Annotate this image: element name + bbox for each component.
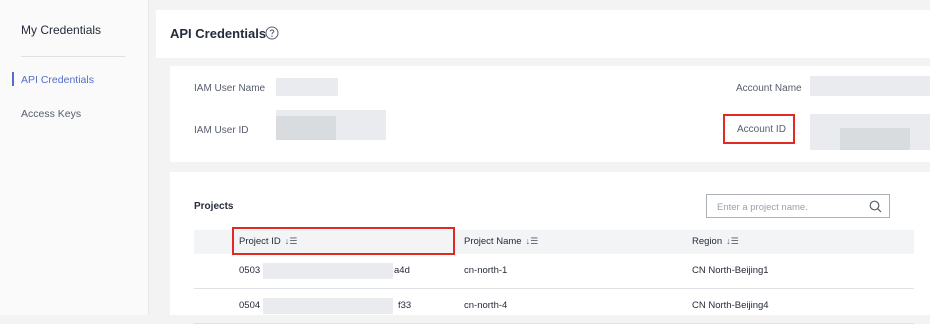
account-name-label: Account Name (736, 83, 802, 94)
project-id-suffix: a4d (394, 265, 410, 276)
project-name: cn-north-4 (464, 300, 508, 311)
table-row[interactable]: 0504 f33 cn-north-4 CN North-Beijing4 (194, 289, 914, 324)
project-id-suffix: f33 (398, 300, 412, 311)
project-id-redacted (263, 298, 393, 314)
iam-user-id-label: IAM User ID (194, 125, 249, 136)
project-search-box[interactable] (706, 194, 890, 218)
search-icon[interactable] (869, 200, 882, 213)
account-name-value-redacted (810, 76, 930, 96)
table-row[interactable]: 0503 a4d cn-north-1 CN North-Beijing1 (194, 254, 914, 289)
sort-icon[interactable]: ↓☰ (526, 236, 539, 247)
credentials-info-card: IAM User Name IAM User ID Account Name A… (170, 66, 930, 162)
projects-title: Projects (194, 201, 234, 212)
projects-card: Projects Project ID↓☰ Project Name↓☰ Reg… (170, 172, 930, 324)
project-name: cn-north-1 (464, 265, 508, 276)
project-region: CN North-Beijing4 (692, 300, 769, 311)
project-region: CN North-Beijing1 (692, 265, 769, 276)
page-title: API Credentials (170, 26, 267, 41)
column-header-label: Project Name (464, 236, 522, 247)
page-header: API Credentials (156, 10, 930, 58)
iam-user-name-value-redacted (276, 78, 338, 96)
question-circle-icon[interactable] (265, 26, 279, 40)
sort-icon[interactable]: ↓☰ (726, 236, 739, 247)
project-search-input[interactable] (715, 196, 869, 218)
column-header-project-name[interactable]: Project Name ↓☰ (464, 236, 538, 247)
project-id-highlight (232, 227, 455, 255)
iam-user-name-label: IAM User Name (194, 83, 266, 94)
sidebar-divider (21, 56, 125, 57)
active-indicator (12, 72, 14, 86)
sidebar-item-access-keys[interactable]: Access Keys (21, 108, 81, 120)
column-header-region[interactable]: Region ↓☰ (692, 236, 739, 247)
column-header-label: Region (692, 236, 723, 247)
sidebar-title: My Credentials (21, 23, 102, 37)
account-id-label: Account ID (737, 124, 786, 135)
sidebar: My Credentials API Credentials Access Ke… (0, 0, 149, 315)
project-id-prefix: 0503 (239, 265, 261, 276)
iam-user-id-value-redacted-part (276, 116, 336, 140)
project-id-redacted (263, 263, 393, 279)
account-id-value-redacted-part (840, 128, 910, 150)
project-id-prefix: 0504 (239, 300, 261, 311)
sidebar-item-api-credentials[interactable]: API Credentials (21, 74, 94, 86)
